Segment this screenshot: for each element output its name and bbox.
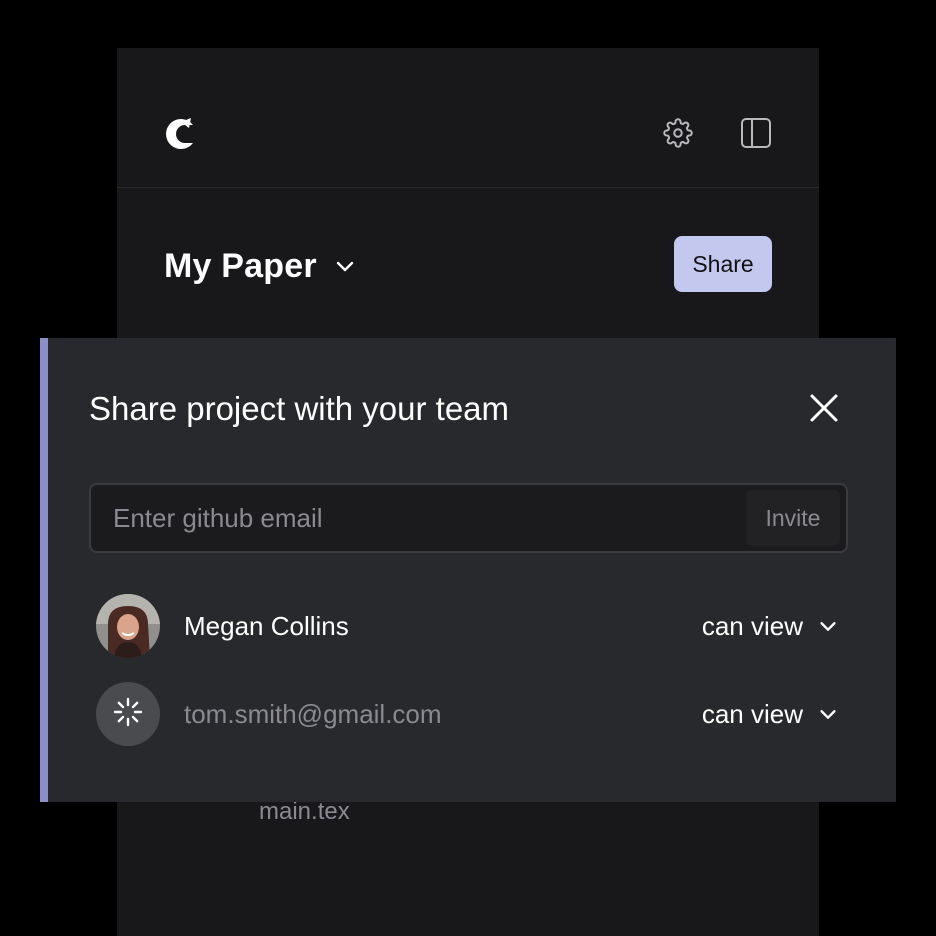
dialog-accent-bar — [40, 338, 48, 802]
close-button[interactable] — [806, 392, 842, 428]
settings-button[interactable] — [661, 117, 695, 153]
member-name: Megan Collins — [184, 610, 349, 641]
chevron-down-icon — [817, 702, 841, 726]
email-input[interactable] — [91, 485, 741, 551]
invite-button[interactable]: Invite — [746, 490, 840, 546]
chevron-down-icon — [333, 253, 359, 279]
dialog-title: Share project with your team — [89, 390, 510, 427]
top-bar — [117, 48, 819, 188]
gear-icon — [663, 117, 693, 153]
spinner-icon — [113, 697, 143, 732]
app-logo[interactable] — [163, 116, 197, 152]
sidebar-icon — [740, 117, 772, 154]
share-dialog: Share project with your team Invite Mega… — [40, 338, 896, 802]
pending-avatar — [96, 682, 160, 746]
avatar — [96, 594, 160, 658]
invite-field: Invite — [89, 483, 848, 553]
permission-label: can view — [701, 610, 803, 641]
member-email: tom.smith@gmail.com — [184, 698, 442, 729]
member-row: Megan Collins can view — [96, 594, 841, 658]
project-title: My Paper — [164, 246, 317, 285]
share-button[interactable]: Share — [674, 236, 772, 292]
project-title-dropdown[interactable]: My Paper — [164, 238, 359, 294]
file-item[interactable]: main.tex — [259, 798, 350, 826]
sidebar-toggle-button[interactable] — [739, 117, 773, 154]
close-icon — [809, 393, 839, 428]
permission-dropdown[interactable]: can view — [702, 611, 841, 642]
member-row: tom.smith@gmail.com can view — [96, 682, 841, 746]
chevron-down-icon — [817, 614, 841, 638]
permission-label: can view — [701, 698, 803, 729]
permission-dropdown[interactable]: can view — [702, 699, 841, 730]
